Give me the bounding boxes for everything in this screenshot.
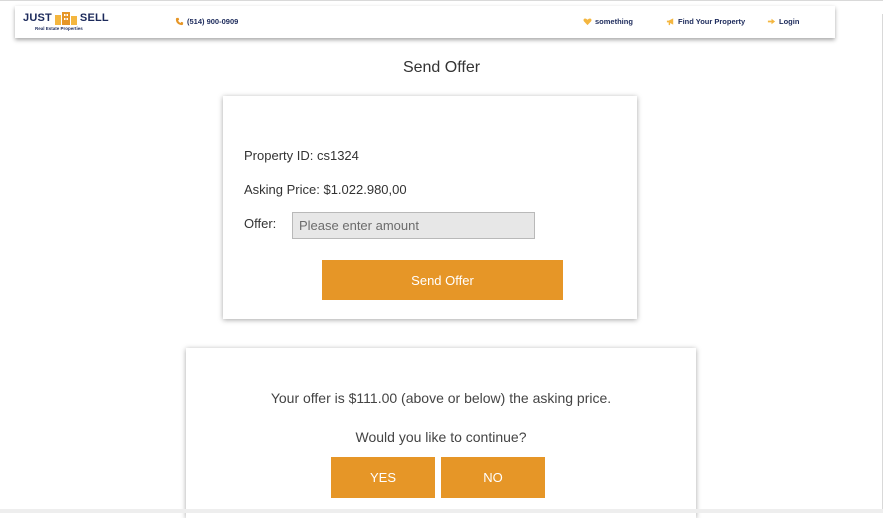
offer-card: Property ID: cs1324 Asking Price: $1.022… bbox=[223, 96, 637, 319]
yes-button[interactable]: YES bbox=[331, 457, 435, 498]
nav-login-label: Login bbox=[779, 17, 800, 26]
house-logo-icon bbox=[54, 12, 77, 25]
heart-icon bbox=[583, 18, 592, 26]
phone-number: (514) 900-0909 bbox=[187, 17, 239, 26]
offer-comparison-message: Your offer is $111.00 (above or below) t… bbox=[270, 390, 612, 406]
offer-label: Offer: bbox=[244, 216, 277, 231]
confirm-dialog: Your offer is $111.00 (above or below) t… bbox=[186, 348, 696, 518]
continue-question: Would you like to continue? bbox=[355, 429, 527, 445]
phone-icon bbox=[175, 17, 184, 26]
nav-favorites-label: something bbox=[595, 17, 633, 26]
logo-subtitle: Real Estate Properties bbox=[35, 26, 83, 31]
page-title: Send Offer bbox=[402, 59, 481, 76]
top-border bbox=[0, 0, 883, 1]
property-id: Property ID: cs1324 bbox=[244, 148, 359, 163]
login-arrow-icon bbox=[767, 18, 776, 25]
no-button[interactable]: NO bbox=[441, 457, 545, 498]
logo-wordmark: JUST SELL bbox=[23, 10, 109, 26]
send-offer-button[interactable]: Send Offer bbox=[322, 260, 563, 300]
bottom-border bbox=[0, 509, 883, 513]
logo-word-left: JUST bbox=[23, 12, 52, 24]
top-navbar: JUST SELL Real Estate Properties (514) 9… bbox=[15, 6, 835, 38]
asking-price: Asking Price: $1.022.980,00 bbox=[244, 182, 407, 197]
nav-favorites[interactable]: something bbox=[583, 17, 633, 26]
nav-login[interactable]: Login bbox=[767, 17, 799, 26]
site-logo[interactable]: JUST SELL Real Estate Properties bbox=[23, 10, 119, 34]
offer-amount-input[interactable] bbox=[292, 212, 535, 239]
megaphone-icon bbox=[666, 18, 674, 26]
nav-find-property[interactable]: Find Your Property bbox=[666, 17, 745, 26]
nav-find-property-label: Find Your Property bbox=[678, 17, 746, 26]
phone-link[interactable]: (514) 900-0909 bbox=[175, 17, 238, 26]
logo-word-right: SELL bbox=[79, 12, 109, 24]
